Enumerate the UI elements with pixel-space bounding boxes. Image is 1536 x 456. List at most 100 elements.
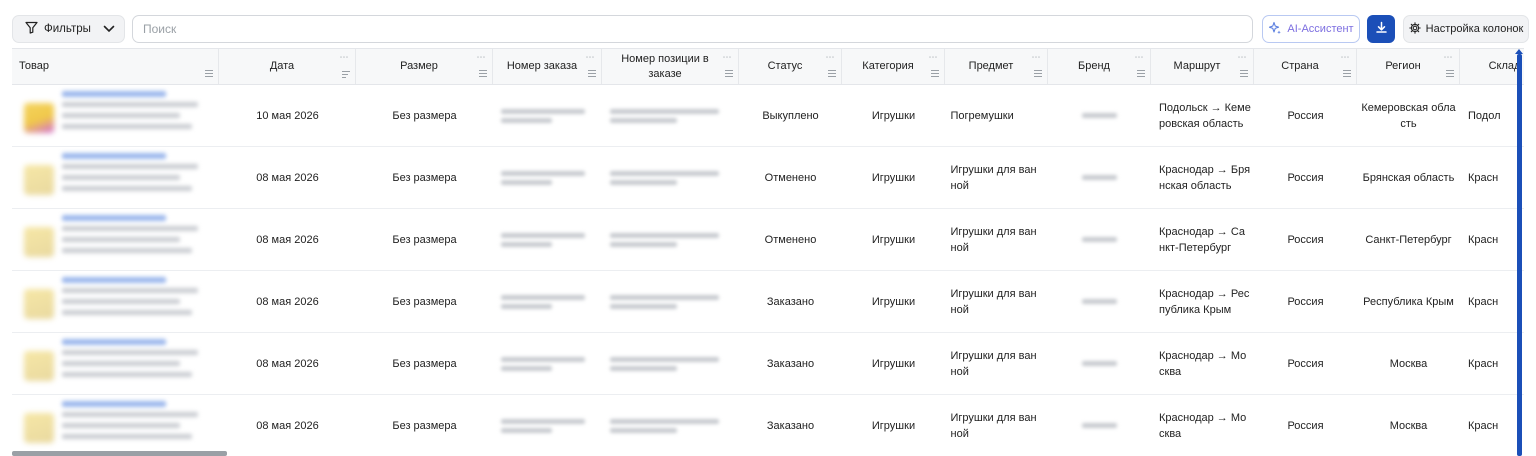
column-options-icon[interactable]: ⋯ bbox=[1135, 53, 1145, 62]
ai-assistant-button[interactable]: AI-Ассистент bbox=[1262, 15, 1360, 43]
product-info[interactable] bbox=[20, 89, 210, 143]
product-thumbnail[interactable] bbox=[24, 103, 54, 133]
column-menu-icon[interactable] bbox=[1240, 70, 1248, 77]
column-menu-icon[interactable] bbox=[931, 70, 939, 77]
product-thumbnail[interactable] bbox=[24, 413, 54, 443]
column-options-icon[interactable]: ⋯ bbox=[723, 53, 733, 62]
ai-assistant-label: AI-Ассистент bbox=[1287, 23, 1354, 35]
product-thumbnail[interactable] bbox=[24, 227, 54, 257]
table-row[interactable]: 10 мая 2026 Без размера Выкуплено Игрушки По… bbox=[12, 85, 1524, 147]
cell-subject: Игрушки для ванной bbox=[945, 209, 1048, 270]
region-value: Москва bbox=[1389, 357, 1428, 370]
cell-region: Санкт-Петербург bbox=[1357, 209, 1460, 270]
column-options-icon[interactable]: ⋯ bbox=[929, 53, 939, 62]
column-header-region[interactable]: Регион ⋯ bbox=[1357, 49, 1460, 84]
product-info[interactable] bbox=[20, 151, 210, 205]
size-value: Без размера bbox=[392, 233, 457, 246]
status-value: Выкуплено bbox=[762, 109, 819, 122]
product-info[interactable] bbox=[20, 337, 210, 391]
redacted-value bbox=[1056, 361, 1143, 366]
gear-icon bbox=[1408, 21, 1421, 37]
column-header-status[interactable]: Статус ⋯ bbox=[739, 49, 842, 84]
column-menu-icon[interactable] bbox=[588, 70, 596, 77]
product-details-redacted bbox=[62, 401, 210, 445]
region-value: Республика Крым bbox=[1363, 295, 1454, 308]
route-value: Краснодар → Санкт-Петербург bbox=[1159, 225, 1246, 254]
cell-position-number bbox=[602, 209, 739, 270]
column-header-position-number[interactable]: Номер позиции в заказе ⋯ bbox=[602, 49, 739, 84]
column-header-category[interactable]: Категория ⋯ bbox=[842, 49, 945, 84]
subject-value: Игрушки для ванной bbox=[950, 163, 1037, 192]
column-menu-icon[interactable] bbox=[828, 70, 836, 77]
table-row[interactable]: 08 мая 2026 Без размера Заказано Игрушки Игр… bbox=[12, 271, 1524, 333]
redacted-value bbox=[610, 105, 731, 127]
column-options-icon[interactable]: ⋯ bbox=[1238, 53, 1248, 62]
product-thumbnail[interactable] bbox=[24, 289, 54, 319]
table-header: Товар Дата ⋯ Размер ⋯ Номер заказа ⋯ Номер пози… bbox=[12, 48, 1524, 85]
vertical-scrollbar[interactable] bbox=[1517, 54, 1522, 456]
filters-button[interactable]: Фильтры bbox=[12, 15, 125, 43]
download-icon bbox=[1375, 21, 1388, 37]
cell-product bbox=[12, 209, 219, 270]
column-header-date[interactable]: Дата ⋯ bbox=[219, 49, 356, 84]
column-header-product[interactable]: Товар bbox=[12, 49, 219, 84]
table-row[interactable]: 08 мая 2026 Без размера Отменено Игрушки Игр… bbox=[12, 209, 1524, 271]
column-header-subject[interactable]: Предмет ⋯ bbox=[945, 49, 1048, 84]
cell-position-number bbox=[602, 271, 739, 332]
table-row[interactable]: 08 мая 2026 Без размера Отменено Игрушки Игр… bbox=[12, 147, 1524, 209]
download-button[interactable] bbox=[1367, 15, 1395, 43]
column-options-icon[interactable]: ⋯ bbox=[826, 53, 836, 62]
cell-category: Игрушки bbox=[842, 147, 945, 208]
status-value: Отменено bbox=[764, 171, 817, 184]
column-menu-icon[interactable] bbox=[1446, 70, 1454, 77]
column-header-order-number[interactable]: Номер заказа ⋯ bbox=[493, 49, 602, 84]
filter-icon bbox=[25, 21, 38, 37]
table-row[interactable]: 08 мая 2026 Без размера Заказано Игрушки Игр… bbox=[12, 395, 1524, 456]
cell-status: Отменено bbox=[739, 209, 842, 270]
product-thumbnail[interactable] bbox=[24, 165, 54, 195]
cell-warehouse: Красн bbox=[1460, 147, 1524, 208]
column-options-icon[interactable]: ⋯ bbox=[340, 53, 350, 62]
cell-status: Заказано bbox=[739, 333, 842, 394]
product-thumbnail[interactable] bbox=[24, 351, 54, 381]
country-value: Россия bbox=[1287, 233, 1324, 246]
cell-brand bbox=[1048, 147, 1151, 208]
column-menu-icon[interactable] bbox=[1137, 70, 1145, 77]
cell-position-number bbox=[602, 147, 739, 208]
column-header-warehouse[interactable]: Склад⋯ bbox=[1460, 49, 1524, 84]
product-details-redacted bbox=[62, 277, 210, 321]
cell-warehouse: Красн bbox=[1460, 209, 1524, 270]
column-header-route[interactable]: Маршрут ⋯ bbox=[1151, 49, 1254, 84]
column-menu-icon[interactable] bbox=[205, 70, 213, 77]
column-header-country[interactable]: Страна ⋯ bbox=[1254, 49, 1357, 84]
column-menu-icon[interactable] bbox=[479, 70, 487, 77]
sort-icon[interactable] bbox=[342, 69, 350, 78]
product-info[interactable] bbox=[20, 275, 210, 329]
column-settings-button[interactable]: Настройка колонок bbox=[1403, 15, 1529, 43]
subject-value: Игрушки для ванной bbox=[950, 411, 1037, 440]
column-menu-icon[interactable] bbox=[1343, 70, 1351, 77]
column-options-icon[interactable]: ⋯ bbox=[1341, 53, 1351, 62]
search-input[interactable] bbox=[132, 15, 1253, 43]
redacted-value bbox=[610, 167, 731, 189]
product-info[interactable] bbox=[20, 213, 210, 267]
table-row[interactable]: 08 мая 2026 Без размера Заказано Игрушки Игр… bbox=[12, 333, 1524, 395]
horizontal-scrollbar[interactable] bbox=[12, 451, 227, 456]
warehouse-value: Красн bbox=[1468, 357, 1499, 370]
route-value: Краснодар → Москва bbox=[1159, 349, 1247, 378]
route-value: Подольск → Кемеровская область bbox=[1159, 101, 1251, 130]
column-header-label: Товар bbox=[19, 60, 49, 72]
column-header-brand[interactable]: Бренд ⋯ bbox=[1048, 49, 1151, 84]
column-options-icon[interactable]: ⋯ bbox=[1444, 53, 1454, 62]
column-options-icon[interactable]: ⋯ bbox=[477, 53, 487, 62]
column-menu-icon[interactable] bbox=[1034, 70, 1042, 77]
column-options-icon[interactable]: ⋯ bbox=[586, 53, 596, 62]
cell-region: Москва bbox=[1357, 333, 1460, 394]
column-header-label: Маршрут bbox=[1173, 60, 1221, 72]
date-value: 08 мая 2026 bbox=[256, 419, 319, 432]
product-info[interactable] bbox=[20, 399, 210, 453]
column-header-size[interactable]: Размер ⋯ bbox=[356, 49, 493, 84]
column-options-icon[interactable]: ⋯ bbox=[1032, 53, 1042, 62]
orders-table: Товар Дата ⋯ Размер ⋯ Номер заказа ⋯ Номер пози… bbox=[12, 48, 1524, 456]
column-menu-icon[interactable] bbox=[725, 70, 733, 77]
